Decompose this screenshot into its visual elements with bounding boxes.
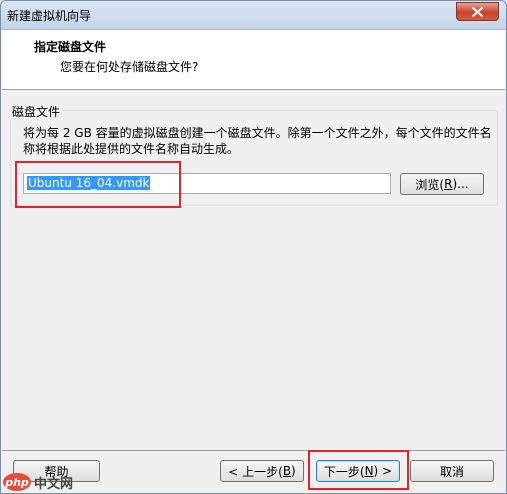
wizard-header: 指定磁盘文件 您要在何处存储磁盘文件? <box>2 30 505 90</box>
next-label-pre: 下一步( <box>323 464 365 479</box>
next-accesskey: N <box>364 464 374 478</box>
page-title: 指定磁盘文件 <box>34 40 107 54</box>
browse-button[interactable]: 浏览(R)... <box>400 173 484 195</box>
next-label-post: ) > <box>373 464 393 478</box>
back-button[interactable]: < 上一步(B) <box>220 460 304 482</box>
wizard-window: 新建虚拟机向导 指定磁盘文件 您要在何处存储磁盘文件? 磁盘文件 将为每 2 G… <box>0 0 507 494</box>
disk-file-group-label: 磁盘文件 <box>10 103 63 120</box>
close-button[interactable] <box>456 2 499 21</box>
watermark-text: 中文网 <box>34 476 74 492</box>
back-label-post: ) <box>291 464 296 478</box>
disk-file-description: 将为每 2 GB 容量的虚拟磁盘创建一个磁盘文件。除第一个文件之外，每个文件的文… <box>23 126 492 156</box>
footer-divider <box>2 450 505 451</box>
close-icon <box>472 6 483 17</box>
disk-filename-value: Ubuntu 16_04.vmdk <box>27 176 151 190</box>
browse-label-post: )... <box>452 177 469 191</box>
browse-accesskey: R <box>444 177 453 191</box>
back-label-pre: < 上一步( <box>228 464 283 479</box>
browse-label-pre: 浏览( <box>415 177 445 192</box>
back-accesskey: B <box>282 464 292 478</box>
page-subtitle: 您要在何处存储磁盘文件? <box>60 60 199 74</box>
next-button[interactable]: 下一步(N) > <box>316 460 400 482</box>
disk-filename-input[interactable]: Ubuntu 16_04.vmdk <box>23 173 391 194</box>
watermark: php 中文网 <box>3 471 73 493</box>
title-bar: 新建虚拟机向导 <box>1 1 506 30</box>
window-title: 新建虚拟机向导 <box>7 9 92 23</box>
cancel-button[interactable]: 取消 <box>410 460 494 482</box>
watermark-logo: php <box>3 473 31 491</box>
